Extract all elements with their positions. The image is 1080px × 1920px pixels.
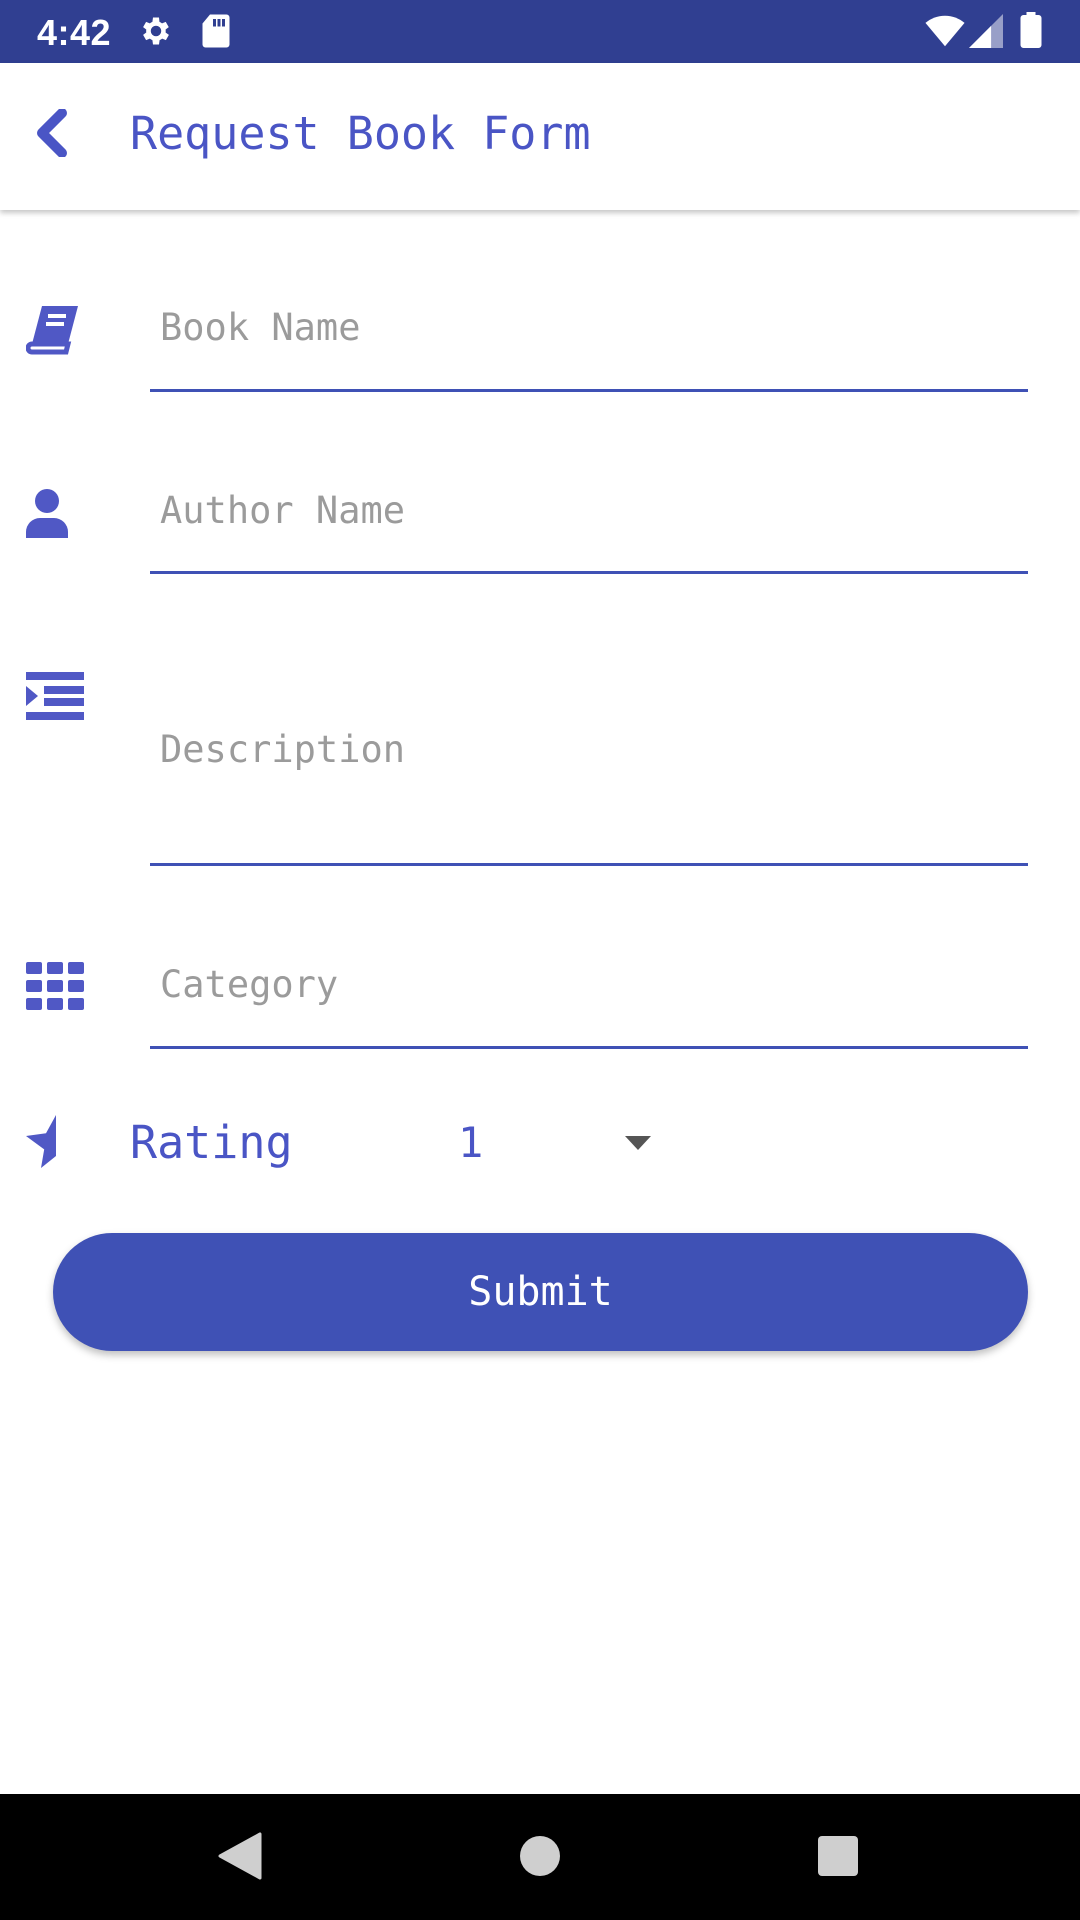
category-input[interactable]: [150, 952, 1028, 1016]
category-field: [150, 952, 1028, 1049]
book-name-input[interactable]: [150, 295, 1028, 359]
nav-home-button[interactable]: [502, 1820, 578, 1896]
sd-card-icon: [201, 13, 231, 53]
status-time: 4:42: [37, 12, 112, 53]
submit-button[interactable]: Submit: [53, 1233, 1028, 1351]
home-circle-icon: [520, 1836, 560, 1880]
caret-down-icon: [625, 1136, 651, 1150]
book-name-field: [150, 295, 1028, 392]
rating-label: Rating: [130, 1116, 293, 1169]
author-name-field: [150, 478, 1028, 574]
gear-icon: [138, 13, 174, 53]
chevron-left-icon: [32, 108, 68, 161]
author-name-input[interactable]: [150, 478, 1028, 542]
book-icon: [25, 304, 82, 360]
wifi-icon: [924, 14, 966, 52]
indent-list-icon: [26, 672, 84, 724]
app-bar: Request Book Form: [0, 63, 1080, 210]
user-icon: [26, 488, 68, 542]
page-title: Request Book Form: [130, 107, 591, 160]
grid-icon: [26, 962, 84, 1014]
recents-square-icon: [818, 1836, 858, 1880]
rating-selected-value: 1: [458, 1118, 484, 1167]
submit-label: Submit: [468, 1269, 613, 1315]
battery-icon: [1020, 12, 1042, 52]
description-input[interactable]: [150, 700, 1028, 830]
description-field: [150, 700, 1028, 866]
half-star-icon: [26, 1115, 56, 1173]
nav-recents-button[interactable]: [800, 1820, 876, 1896]
status-bar: 4:42: [0, 0, 1080, 63]
back-triangle-icon: [218, 1832, 262, 1884]
cellular-signal-icon: [969, 14, 1003, 52]
nav-back-button[interactable]: [202, 1820, 278, 1896]
rating-dropdown[interactable]: 1: [440, 1104, 670, 1180]
back-button[interactable]: [18, 103, 82, 167]
system-nav-bar: [0, 1794, 1080, 1920]
